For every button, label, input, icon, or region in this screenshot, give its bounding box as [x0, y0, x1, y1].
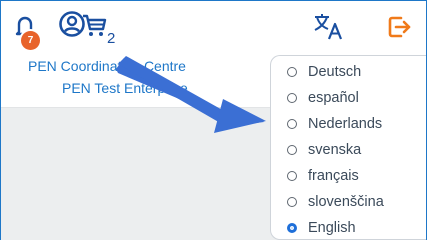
language-label: English — [308, 219, 356, 236]
radio-button[interactable] — [287, 196, 297, 207]
language-label: español — [308, 89, 359, 106]
language-option-svenska[interactable]: svenska — [271, 137, 425, 162]
cart-count: 2 — [107, 30, 116, 47]
language-label: slovenščina — [308, 193, 384, 210]
language-option-francais[interactable]: français — [271, 163, 425, 188]
organization-name[interactable]: PEN Coordination Centre — [28, 58, 186, 74]
radio-button[interactable] — [287, 144, 297, 155]
radio-button-selected[interactable] — [287, 222, 297, 233]
language-label: Deutsch — [308, 63, 362, 80]
language-label: svenska — [308, 141, 362, 158]
language-option-nederlands[interactable]: Nederlands — [271, 111, 425, 136]
radio-button[interactable] — [287, 92, 297, 103]
radio-button[interactable] — [287, 170, 297, 181]
radio-button[interactable] — [287, 66, 297, 77]
language-button[interactable] — [312, 11, 344, 41]
translate-icon — [314, 14, 343, 40]
language-option-english[interactable]: English — [271, 215, 425, 240]
logout-icon — [388, 16, 411, 38]
radio-button[interactable] — [287, 118, 297, 129]
notification-badge: 7 — [21, 31, 40, 50]
language-label: Nederlands — [308, 115, 383, 132]
logout-button[interactable] — [384, 12, 414, 42]
cart-icon — [83, 14, 107, 36]
enterprise-name[interactable]: PEN Test Enterprise — [62, 80, 188, 96]
language-menu: Deutsch español Nederlands svenska franç… — [270, 55, 426, 240]
language-option-deutsch[interactable]: Deutsch — [271, 59, 425, 84]
language-option-espanol[interactable]: español — [271, 85, 425, 110]
language-option-slovenscina[interactable]: slovenščina — [271, 189, 425, 214]
language-label: français — [308, 167, 359, 184]
cart-button[interactable] — [79, 9, 109, 39]
